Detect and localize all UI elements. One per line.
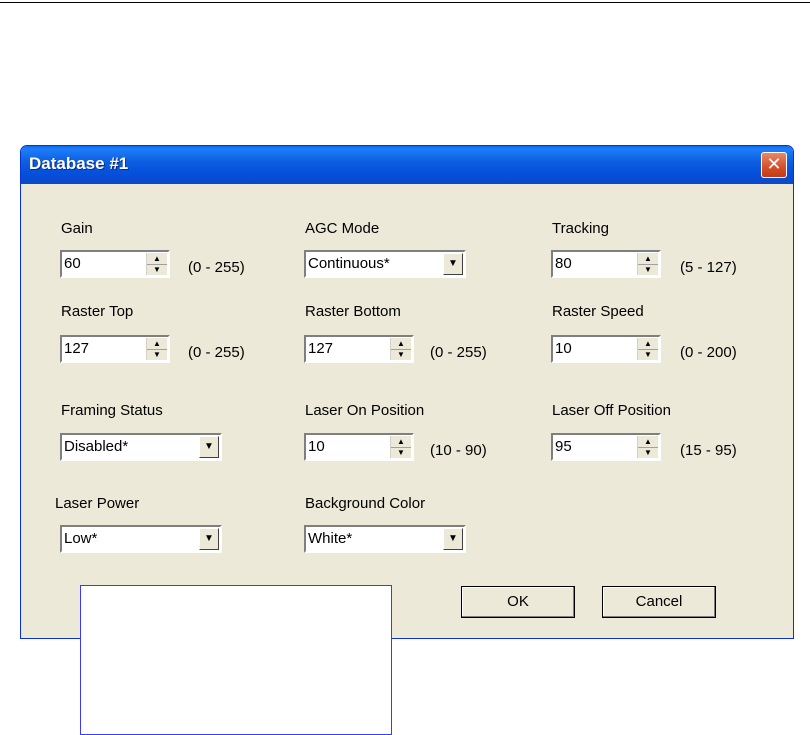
spin-down-button[interactable]: ▼ (391, 447, 411, 458)
callout-box (80, 585, 392, 735)
laser-off-position-value[interactable]: 95 (555, 438, 572, 455)
tracking-range: (5 - 127) (680, 259, 737, 276)
laser-on-position-range: (10 - 90) (430, 442, 487, 459)
tracking-spinner[interactable]: 80 ▲ ▼ (551, 250, 661, 278)
background-color-label: Background Color (305, 495, 426, 512)
laser-on-position-spinner[interactable]: 10 ▲ ▼ (304, 433, 414, 461)
raster-top-spinner[interactable]: 127 ▲ ▼ (60, 335, 170, 363)
agc-mode-label: AGC Mode (305, 220, 380, 237)
laser-off-position-label: Laser Off Position (552, 402, 671, 419)
close-icon: ✕ (766, 154, 782, 174)
spinner-arrows-icon[interactable]: ▲ ▼ (146, 253, 167, 275)
chevron-down-icon[interactable]: ▼ (443, 253, 463, 275)
spinner-arrows-icon[interactable]: ▲ ▼ (637, 338, 658, 360)
close-button[interactable]: ✕ (761, 152, 787, 178)
ok-button[interactable]: OK (461, 586, 575, 618)
spin-down-button[interactable]: ▼ (147, 349, 167, 360)
raster-bottom-label: Raster Bottom (305, 303, 401, 320)
gain-value[interactable]: 60 (64, 255, 81, 272)
raster-speed-spinner[interactable]: 10 ▲ ▼ (551, 335, 661, 363)
spinner-arrows-icon[interactable]: ▲ ▼ (146, 338, 167, 360)
spin-down-button[interactable]: ▼ (391, 349, 411, 360)
tracking-label: Tracking (552, 220, 609, 237)
raster-bottom-range: (0 - 255) (430, 344, 487, 361)
chevron-down-icon[interactable]: ▼ (443, 528, 463, 550)
spinner-arrows-icon[interactable]: ▲ ▼ (390, 338, 411, 360)
framing-status-label: Framing Status (61, 402, 163, 419)
raster-top-range: (0 - 255) (188, 344, 245, 361)
framing-status-dropdown[interactable]: Disabled* ▼ (60, 433, 222, 461)
spin-down-button[interactable]: ▼ (147, 264, 167, 275)
chevron-down-icon[interactable]: ▼ (199, 436, 219, 458)
laser-power-label: Laser Power (55, 495, 140, 512)
laser-power-dropdown[interactable]: Low* ▼ (60, 525, 222, 553)
raster-speed-label: Raster Speed (552, 303, 644, 320)
background-color-dropdown[interactable]: White* ▼ (304, 525, 466, 553)
raster-speed-value[interactable]: 10 (555, 340, 572, 357)
spinner-arrows-icon[interactable]: ▲ ▼ (390, 436, 411, 458)
dialog-title: Database #1 (29, 154, 129, 173)
cancel-button[interactable]: Cancel (602, 586, 716, 618)
raster-top-value[interactable]: 127 (64, 340, 89, 357)
chevron-down-icon[interactable]: ▼ (199, 528, 219, 550)
spin-down-button[interactable]: ▼ (638, 264, 658, 275)
title-bar[interactable]: Database #1 ✕ (21, 146, 793, 184)
raster-top-label: Raster Top (61, 303, 134, 320)
raster-bottom-value[interactable]: 127 (308, 340, 333, 357)
raster-bottom-spinner[interactable]: 127 ▲ ▼ (304, 335, 414, 363)
laser-off-position-spinner[interactable]: 95 ▲ ▼ (551, 433, 661, 461)
tracking-value[interactable]: 80 (555, 255, 572, 272)
spinner-arrows-icon[interactable]: ▲ ▼ (637, 436, 658, 458)
agc-mode-value: Continuous* (308, 255, 390, 272)
background-color-value: White* (308, 530, 353, 547)
raster-speed-range: (0 - 200) (680, 344, 737, 361)
database-dialog: Database #1 ✕ (20, 145, 794, 639)
gain-label: Gain (61, 220, 93, 237)
framing-status-value: Disabled* (64, 438, 129, 455)
agc-mode-dropdown[interactable]: Continuous* ▼ (304, 250, 466, 278)
laser-on-position-label: Laser On Position (305, 402, 425, 419)
spinner-arrows-icon[interactable]: ▲ ▼ (637, 253, 658, 275)
top-rule (0, 2, 810, 3)
laser-on-position-value[interactable]: 10 (308, 438, 325, 455)
gain-range: (0 - 255) (188, 259, 245, 276)
spin-down-button[interactable]: ▼ (638, 349, 658, 360)
spin-down-button[interactable]: ▼ (638, 447, 658, 458)
laser-off-position-range: (15 - 95) (680, 442, 737, 459)
laser-power-value: Low* (64, 530, 98, 547)
gain-spinner[interactable]: 60 ▲ ▼ (60, 250, 170, 278)
